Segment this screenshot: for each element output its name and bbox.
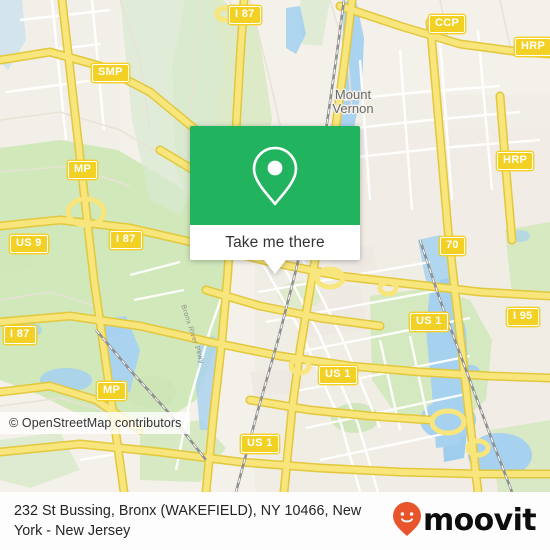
road-shield-smp[interactable]: SMP — [92, 64, 129, 82]
take-me-there-label: Take me there — [225, 233, 325, 251]
map-attribution[interactable]: © OpenStreetMap contributors — [0, 412, 190, 434]
map-screenshot: Mount Vernon Bronx River Pkwy I 87 CCP H… — [0, 0, 550, 550]
moovit-logo[interactable]: moovit — [392, 501, 550, 542]
road-shield-i-87-mid[interactable]: I 87 — [110, 231, 142, 249]
road-shield-hrp-top[interactable]: HRP — [515, 38, 550, 56]
moovit-pin-smiley-icon — [392, 501, 422, 542]
location-popup-card[interactable]: Take me there — [190, 126, 360, 274]
road-shield-i-87-left[interactable]: I 87 — [4, 326, 36, 344]
popup-header — [190, 126, 360, 225]
popup-footer[interactable]: Take me there — [190, 225, 360, 260]
road-shield-us-1-bottom[interactable]: US 1 — [241, 435, 279, 453]
moovit-wordmark: moovit — [422, 503, 537, 538]
location-pin-icon — [249, 144, 301, 208]
address-text: 232 St Bussing, Bronx (WAKEFIELD), NY 10… — [14, 503, 362, 539]
attribution-text: © OpenStreetMap contributors — [9, 416, 182, 430]
road-shield-us-1-right[interactable]: US 1 — [410, 313, 448, 331]
road-shield-mp-lower[interactable]: MP — [97, 382, 127, 400]
road-shield-hrp-mid[interactable]: HRP — [497, 152, 534, 170]
road-shield-mp-upper[interactable]: MP — [68, 161, 98, 179]
road-shield-ccp[interactable]: CCP — [429, 15, 466, 33]
popup-tail-arrow — [264, 260, 286, 274]
road-shield-us-9[interactable]: US 9 — [10, 235, 48, 253]
road-shield-us-1-center[interactable]: US 1 — [319, 366, 357, 384]
road-shield-i-87-top[interactable]: I 87 — [229, 6, 261, 24]
footer-bar: 232 St Bussing, Bronx (WAKEFIELD), NY 10… — [0, 492, 550, 550]
road-shield-route-70[interactable]: 70 — [440, 237, 465, 255]
road-shield-i-95[interactable]: I 95 — [507, 308, 539, 326]
map-canvas[interactable]: Mount Vernon Bronx River Pkwy I 87 CCP H… — [0, 0, 550, 492]
